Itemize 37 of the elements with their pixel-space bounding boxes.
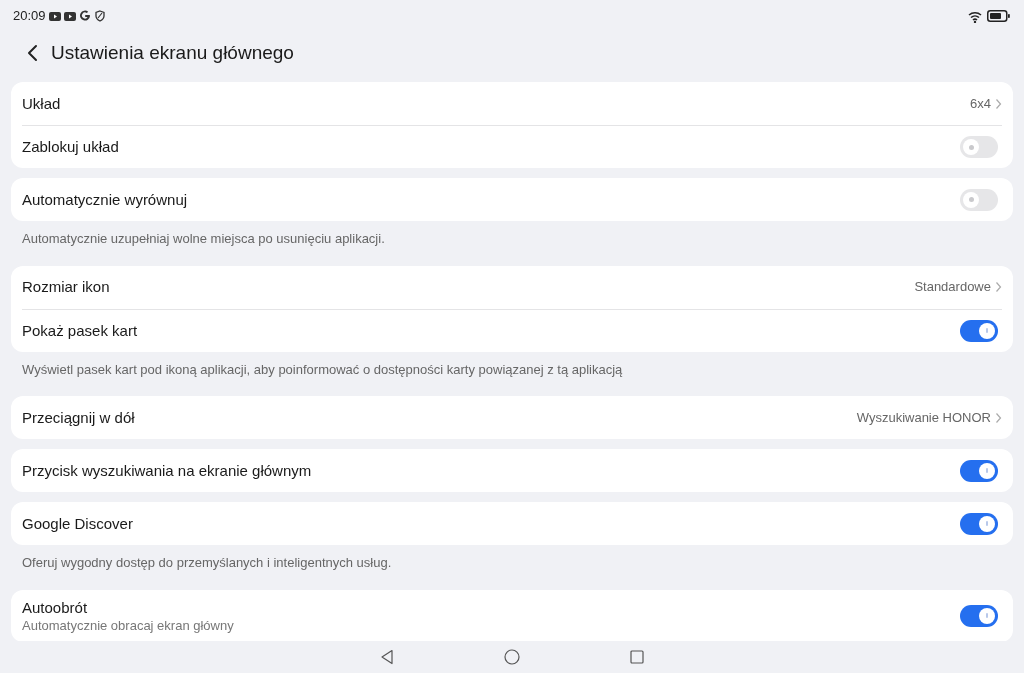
- setting-label: Przycisk wyszukiwania na ekranie głównym: [22, 460, 313, 481]
- battery-icon: [987, 10, 1010, 22]
- chevron-right-icon: [995, 281, 1002, 293]
- setting-description: Automatycznie uzupełniaj wolne miejsca po usunięciu aplikacji.: [21, 230, 386, 248]
- chevron-right-icon: [995, 411, 1002, 424]
- value-selector[interactable]: 6x4: [970, 93, 1002, 114]
- setting-label: Zablokuj układ: [22, 137, 120, 157]
- home-nav-icon[interactable]: [504, 649, 520, 665]
- toggle-switch[interactable]: [960, 136, 998, 158]
- setting-label: Układ: [22, 93, 62, 114]
- status-time: 20:09: [13, 7, 46, 26]
- setting-label: Rozmiar ikon: [22, 277, 111, 297]
- setting-description: Wyświetl pasek kart pod ikoną aplikacji, aby poinformować o dostępności karty powiązanej z tą aplikacją: [21, 360, 624, 379]
- setting-label: Pokaż pasek kart: [22, 320, 139, 341]
- back-nav-icon[interactable]: [380, 649, 394, 665]
- toggle-switch[interactable]: [960, 512, 998, 535]
- value-selector[interactable]: Wyszukiwanie HONOR: [856, 407, 1002, 428]
- setting-label: Przeciągnij w dół: [22, 407, 136, 428]
- value-selector[interactable]: Standardowe: [914, 277, 1002, 297]
- page-title: Ustawienia ekranu głównego: [51, 40, 294, 65]
- setting-description: Oferuj wygodny dostęp do przemyślanych i inteligentnych usług.: [21, 554, 393, 572]
- recents-nav-icon[interactable]: [630, 650, 644, 664]
- toggle-switch[interactable]: [960, 604, 998, 627]
- wifi-icon: [967, 9, 983, 23]
- chevron-right-icon: [995, 97, 1002, 110]
- toggle-switch[interactable]: [960, 188, 998, 211]
- shield-icon: [94, 10, 105, 22]
- setting-label: Google Discover: [22, 513, 134, 534]
- setting-subtitle: Automatycznie obracaj ekran główny: [22, 617, 235, 634]
- back-icon: [26, 44, 38, 62]
- toggle-switch[interactable]: [960, 319, 998, 342]
- toggle-switch[interactable]: [960, 459, 998, 482]
- setting-label: Autoobrót: [22, 597, 89, 618]
- google-g-icon: [78, 10, 91, 22]
- video-app-icon: [63, 11, 76, 21]
- video-app-icon: [48, 11, 61, 21]
- setting-label: Automatycznie wyrównuj: [22, 189, 189, 210]
